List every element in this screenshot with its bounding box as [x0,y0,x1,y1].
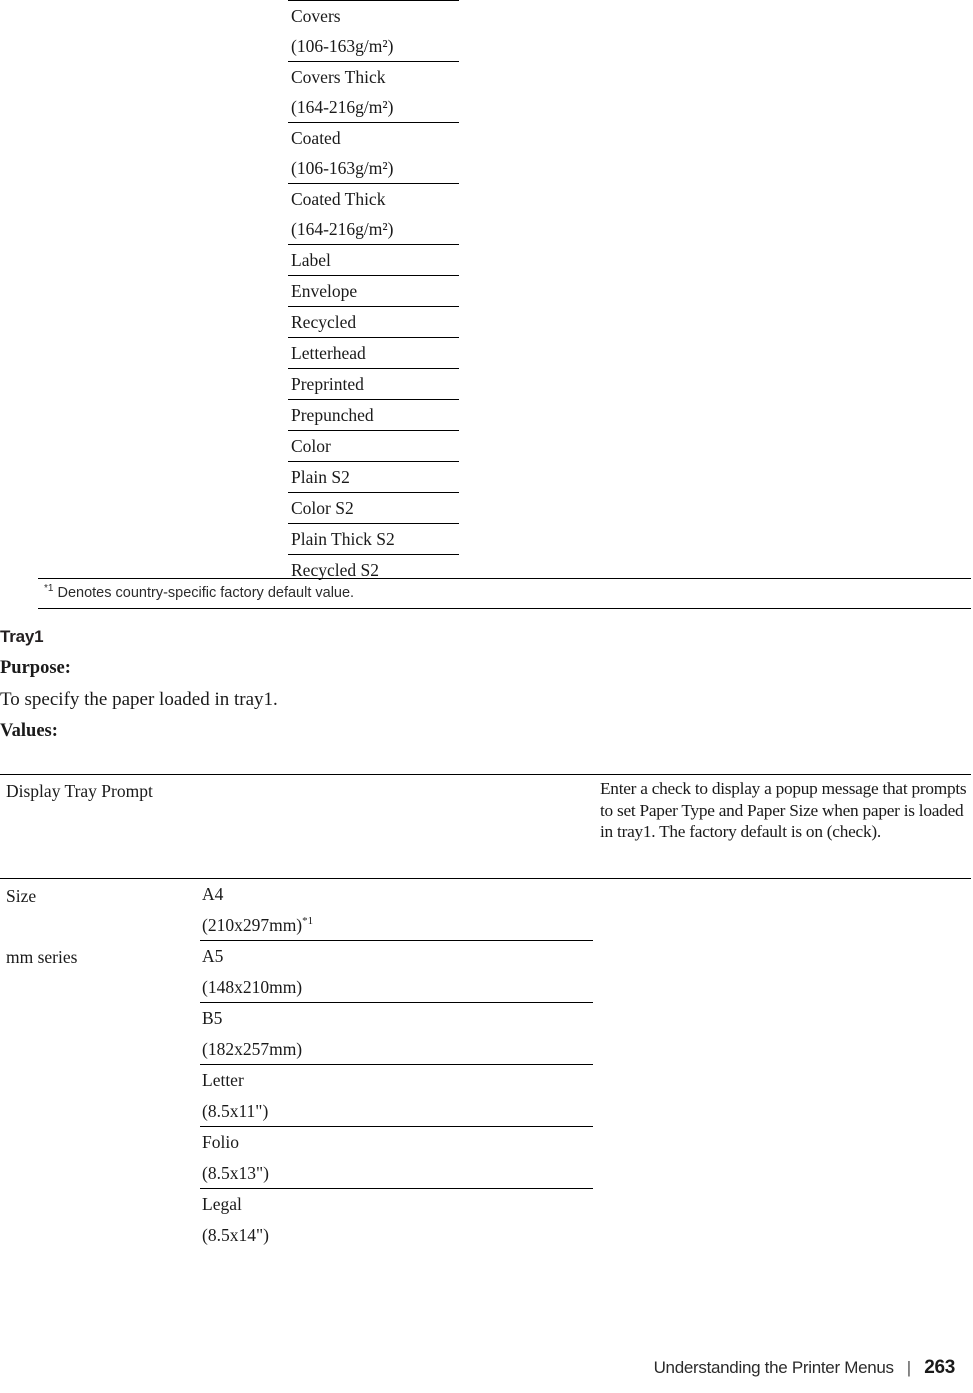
paper-type-name: Coated [291,128,341,148]
paper-type-row: Color S2 [288,492,459,523]
paper-type-name: Letterhead [291,343,366,363]
footer-separator: | [906,1358,912,1377]
size-option-dimensions: (8.5x13") [200,1158,593,1189]
values-table: Display Tray Prompt Enter a check to dis… [0,774,971,1245]
size-value-list: A4 (210x297mm)*1 A5 (148x210mm) B5 (182x257mm… [200,879,593,1250]
size-option: Folio (8.5x13") [200,1127,593,1189]
size-option-name: A5 [202,946,224,966]
paper-type-name: Envelope [291,281,358,301]
paper-type-name: Covers Thick [291,67,386,87]
paper-type-name: Covers [291,6,341,26]
page-number: 263 [924,1357,955,1378]
size-option-name: Legal [202,1194,242,1214]
display-tray-prompt-description: Enter a check to display a popup message… [600,779,967,841]
paper-type-row: Preprinted [288,368,459,399]
size-option-dimensions-text: (148x210mm) [202,976,303,997]
size-option-footnote-marker: *1 [302,914,314,927]
paper-type-weight: (106-163g/m²) [291,158,394,178]
paper-type-row: Label [288,244,459,275]
purpose-text: To specify the paper loaded in tray1. [0,689,278,710]
size-option: Letter (8.5x11") [200,1065,593,1127]
table-row-size: Size mm series A4 (210x297mm)*1 A5 (148x210… [0,879,971,1245]
size-option-dimensions: (210x297mm)*1 [200,910,593,941]
paper-type-row: Plain Thick S2 [288,523,459,554]
paper-type-row: Envelope [288,275,459,306]
paper-type-weight: (164-216g/m²) [291,219,394,239]
paper-type-name: Plain S2 [291,467,350,487]
size-option: Legal (8.5x14") [200,1189,593,1250]
size-option-dimensions: (8.5x14") [200,1220,593,1251]
paper-type-name: Coated Thick [291,189,386,209]
footer-title: Understanding the Printer Menus [653,1358,894,1377]
paper-type-value-table: Covers (106-163g/m²) Covers Thick (164-216g… [288,0,459,585]
paper-type-name: Plain Thick S2 [291,529,395,549]
size-option-dimensions-text: (182x257mm) [202,1038,303,1059]
size-option-dimensions-text: (8.5x11") [202,1100,269,1121]
size-option: A4 (210x297mm)*1 [200,879,593,941]
paper-type-name: Color S2 [291,498,354,518]
paper-type-row: Coated Thick (164-216g/m²) [288,183,459,244]
paper-type-name: Prepunched [291,405,374,425]
mm-series-label: mm series [6,947,78,967]
paper-type-row: Coated (106-163g/m²) [288,122,459,183]
paper-type-row: Letterhead [288,337,459,368]
size-option-name: A4 [202,884,224,904]
paper-type-name: Color [291,436,331,456]
size-option-dimensions: (8.5x11") [200,1096,593,1127]
size-option-dimensions-text: (210x297mm) [202,914,303,935]
footnote-label: Denotes country-specific factory default… [53,585,355,601]
size-option-name: Folio [202,1132,239,1152]
purpose-label: Purpose: [0,658,71,678]
table-row-display-tray-prompt: Display Tray Prompt Enter a check to dis… [0,774,971,879]
size-option-dimensions: (148x210mm) [200,972,593,1003]
size-option-name: B5 [202,1008,223,1028]
paper-type-row: Recycled [288,306,459,337]
paper-type-name: Label [291,250,331,270]
size-option-dimensions-text: (8.5x13") [202,1162,269,1183]
paper-type-name: Preprinted [291,374,364,394]
paper-type-row: Covers Thick (164-216g/m²) [288,61,459,122]
paper-type-name: Recycled [291,312,357,332]
paper-type-row: Covers (106-163g/m²) [288,0,459,61]
footnote-band: *1 Denotes country-specific factory defa… [38,578,971,609]
paper-type-row: Color [288,430,459,461]
paper-type-weight: (106-163g/m²) [291,36,394,56]
size-label: Size [6,886,37,906]
paper-type-weight: (164-216g/m²) [291,97,394,117]
size-option-dimensions-text: (8.5x14") [202,1224,269,1245]
section-heading-tray1: Tray1 [0,627,44,646]
paper-type-row: Prepunched [288,399,459,430]
size-option: B5 (182x257mm) [200,1003,593,1065]
size-option-dimensions: (182x257mm) [200,1034,593,1065]
footnote-text: *1 Denotes country-specific factory defa… [38,579,971,608]
display-tray-prompt-label: Display Tray Prompt [6,781,153,801]
size-option: A5 (148x210mm) [200,941,593,1003]
size-option-name: Letter [202,1070,244,1090]
paper-type-row: Plain S2 [288,461,459,492]
values-label: Values: [0,721,58,741]
page-footer: Understanding the Printer Menus | 263 [653,1357,956,1379]
